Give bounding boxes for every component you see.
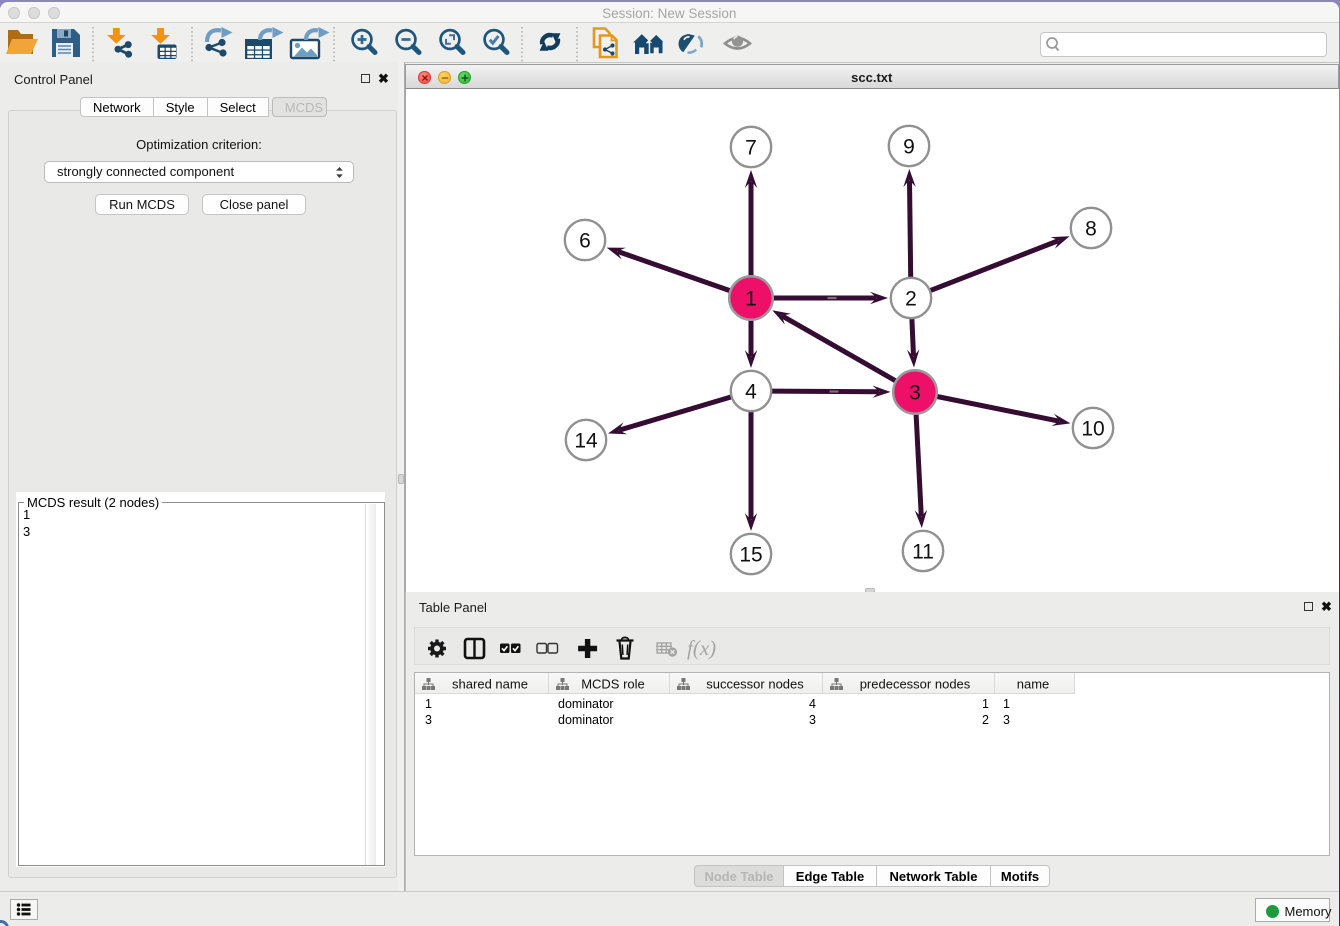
svg-text:8: 8 [1085,218,1097,241]
svg-text:3: 3 [1003,713,1010,727]
svg-text:1: 1 [1003,697,1010,711]
svg-text:4: 4 [809,697,816,711]
svg-text:f(x): f(x) [687,636,716,660]
svg-text:dominator: dominator [558,697,614,711]
svg-text:name: name [1017,677,1050,692]
svg-text:10: 10 [1081,418,1104,441]
svg-text:7: 7 [745,137,757,160]
svg-text:predecessor nodes: predecessor nodes [860,677,971,692]
svg-text:2: 2 [905,288,917,311]
svg-text:MCDS role: MCDS role [581,677,645,692]
svg-text:dominator: dominator [558,713,614,727]
svg-text:1: 1 [745,288,757,311]
svg-text:6: 6 [579,230,591,253]
svg-text:15: 15 [739,544,762,567]
svg-text:shared name: shared name [452,677,528,692]
svg-text:3: 3 [425,713,432,727]
svg-text:successor nodes: successor nodes [706,677,804,692]
svg-text:3: 3 [909,382,921,405]
svg-text:9: 9 [903,136,915,159]
svg-text:2: 2 [982,713,989,727]
svg-text:4: 4 [745,381,757,404]
svg-text:14: 14 [574,430,598,453]
svg-text:3: 3 [809,713,816,727]
svg-text:11: 11 [912,541,934,564]
svg-text:1: 1 [982,697,989,711]
svg-text:1: 1 [425,697,432,711]
